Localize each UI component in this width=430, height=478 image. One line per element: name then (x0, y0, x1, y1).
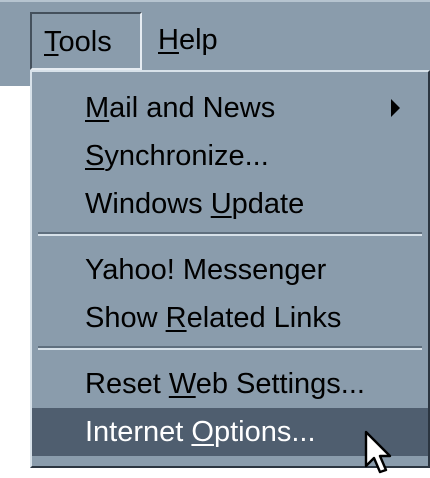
menu-item-synchronize-rest: ynchronize... (104, 140, 269, 172)
menu-tools-rest: ools (58, 26, 112, 58)
menu-item-reset-web-settings[interactable]: Reset Web Settings... (32, 360, 428, 408)
menu-item-yahoo-messenger[interactable]: Yahoo! Messenger (32, 246, 428, 294)
menu-item-synchronize[interactable]: Synchronize... (32, 132, 428, 180)
menu-item-reset-web-settings-rest: eb Settings... (195, 368, 365, 400)
menu-item-windows-update-pre: Windows (85, 188, 211, 220)
menu-item-show-related-links-pre: Show (85, 302, 166, 334)
chevron-right-icon (391, 99, 400, 117)
menu-item-reset-web-settings-pre: Reset (85, 368, 169, 400)
menu-item-windows-update[interactable]: Windows Update (32, 180, 428, 228)
menu-separator (38, 346, 422, 350)
menu-separator (38, 232, 422, 236)
menu-item-internet-options-rest: ptions... (213, 416, 316, 448)
menu-item-internet-options-pre: Internet (85, 416, 192, 448)
menu-item-mail-and-news-mnemonic: M (85, 92, 110, 124)
menu-help-mnemonic: H (158, 24, 179, 56)
tools-dropdown-menu: Mail and News Synchronize... Windows Upd… (30, 70, 430, 468)
menu-item-show-related-links[interactable]: Show Related Links (32, 294, 428, 342)
menu-item-synchronize-mnemonic: S (85, 140, 105, 172)
menu-help[interactable]: Help (146, 12, 246, 70)
menu-item-windows-update-rest: pdate (231, 188, 305, 220)
mouse-pointer-icon (364, 430, 392, 474)
menu-item-internet-options-mnemonic: O (191, 416, 214, 448)
menu-item-yahoo-messenger-label: Yahoo! Messenger (85, 254, 327, 286)
menu-item-reset-web-settings-mnemonic: W (168, 368, 196, 400)
menu-item-show-related-links-rest: elated Links (186, 302, 342, 334)
menu-item-mail-and-news-rest: ail and News (109, 92, 276, 124)
menu-help-rest: elp (178, 24, 218, 56)
menu-tools-mnemonic: T (44, 26, 59, 58)
menu-item-show-related-links-mnemonic: R (165, 302, 187, 334)
menu-tools[interactable]: Tools (30, 12, 142, 70)
menu-item-windows-update-mnemonic: U (210, 188, 232, 220)
menu-item-mail-and-news[interactable]: Mail and News (32, 84, 428, 132)
